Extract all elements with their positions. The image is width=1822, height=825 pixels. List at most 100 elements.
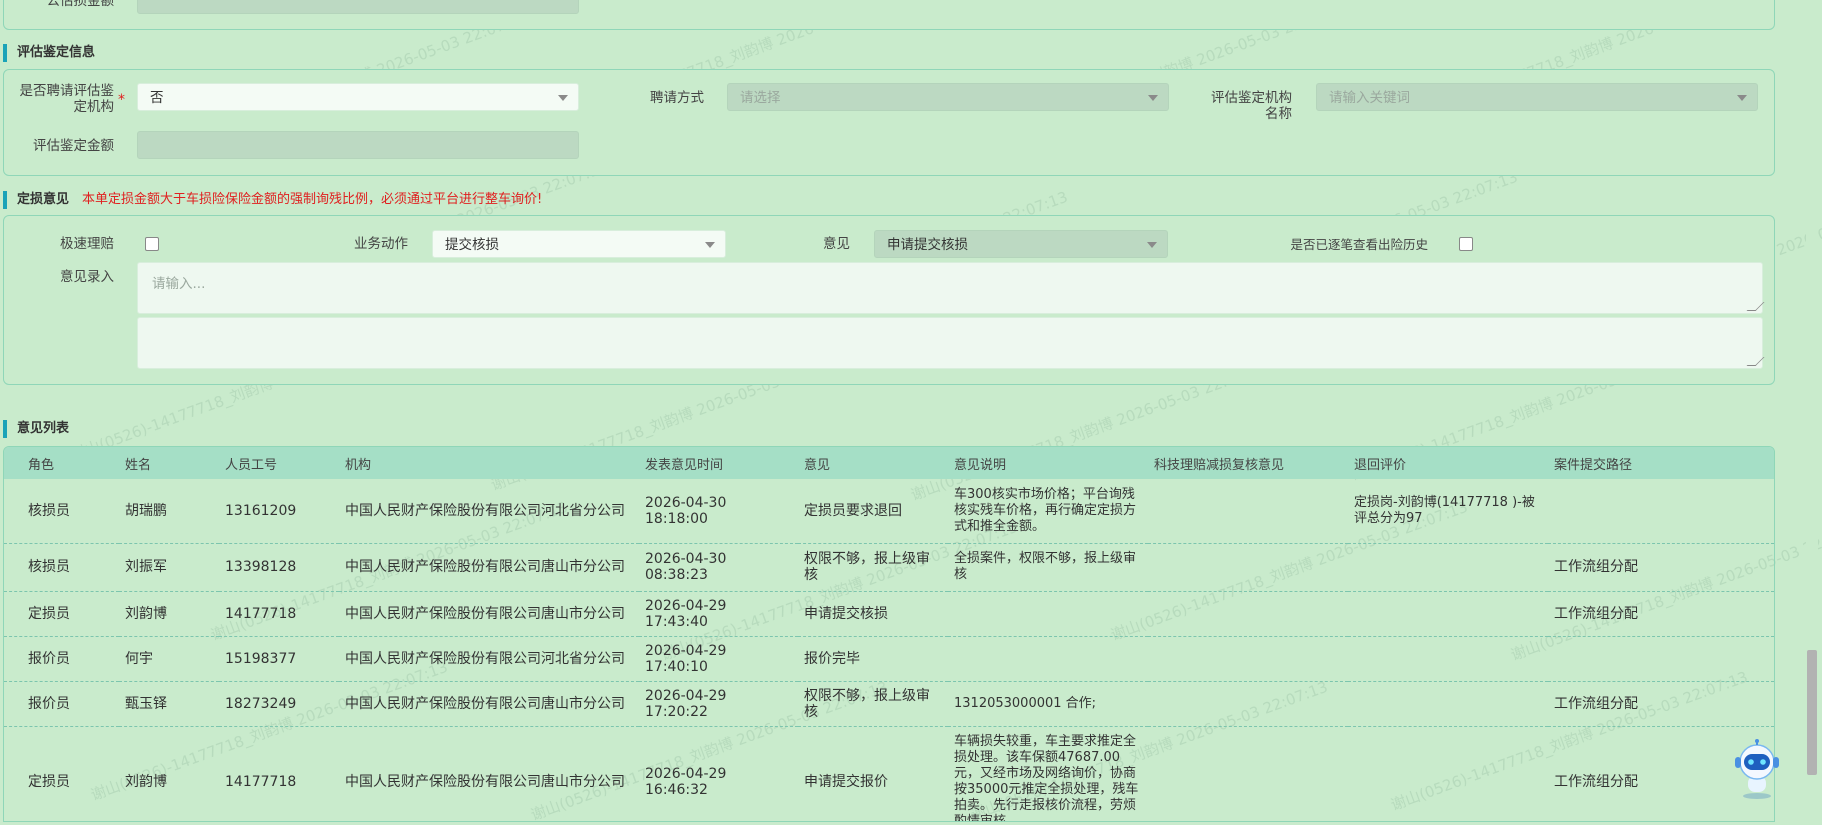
table-cell: 申请提交报价 — [798, 726, 948, 821]
opinion-input-label: 意见录入 — [60, 269, 114, 285]
partial-amount-label: 公估损金额 — [46, 0, 115, 9]
hire-institution-select[interactable]: 否 — [137, 83, 579, 111]
opinion-warning: 本单定损金额大于车损险保险金额的强制询残比例，必须通过平台进行整车询价! — [82, 192, 543, 207]
chevron-down-icon — [1148, 95, 1158, 101]
chevron-down-icon — [558, 95, 568, 101]
hire-institution-label: 是否聘请评估鉴定机构 — [19, 83, 115, 115]
column-header: 意见 — [798, 447, 948, 479]
column-header: 科技理赔减损复核意见 — [1148, 447, 1348, 479]
chevron-down-icon — [705, 242, 715, 248]
table-cell: 工作流组分配 — [1548, 543, 1774, 592]
opinion-select[interactable]: 申请提交核损 — [874, 230, 1168, 258]
hire-method-select[interactable]: 请选择 — [727, 83, 1169, 111]
assessment-amount-field — [137, 131, 579, 159]
column-header: 姓名 — [119, 447, 219, 479]
table-header-row: 角色 姓名 人员工号 机构 发表意见时间 意见 意见说明 科技理赔减损复核意见 退回评价 案件提交… — [4, 447, 1774, 479]
assessment-amount-label: 评估鉴定金额 — [33, 138, 114, 154]
table-cell: 全损案件，权限不够，报上级审核 — [948, 543, 1148, 592]
table-cell: 2026-04-29 17:40:10 — [639, 636, 798, 682]
table-cell: 中国人民财产保险股份有限公司唐山市分公司 — [339, 726, 639, 821]
table-cell — [1148, 479, 1348, 544]
partial-amount-field — [137, 0, 579, 14]
table-cell — [1348, 681, 1548, 727]
assessment-section-title: 评估鉴定信息 — [3, 44, 95, 62]
history-checked-label: 是否已逐笔查看出险历史 — [1290, 237, 1428, 252]
table-cell: 定损员 — [4, 591, 119, 637]
table-row[interactable]: 报价员 甄玉铎 18273249 中国人民财产保险股份有限公司唐山市分公司 2026-0… — [4, 681, 1774, 727]
column-header: 角色 — [4, 447, 119, 479]
resize-handle-icon[interactable] — [1746, 357, 1765, 366]
table-cell: 2026-04-29 17:20:22 — [639, 681, 798, 727]
table-cell: 刘振军 — [119, 543, 219, 592]
table-cell — [1348, 726, 1548, 821]
institution-name-select[interactable]: 请输入关键词 — [1316, 83, 1758, 111]
table-cell — [1548, 636, 1774, 682]
table-cell — [1348, 543, 1548, 592]
column-header: 人员工号 — [219, 447, 339, 479]
table-cell — [948, 636, 1148, 682]
table-cell: 中国人民财产保险股份有限公司河北省分公司 — [339, 636, 639, 682]
column-header: 退回评价 — [1348, 447, 1548, 479]
table-cell: 刘韵博 — [119, 591, 219, 637]
table-row[interactable]: 核损员 胡瑞鹏 13161209 中国人民财产保险股份有限公司河北省分公司 2026-0… — [4, 479, 1774, 544]
table-cell: 工作流组分配 — [1548, 591, 1774, 637]
chevron-down-icon — [1147, 242, 1157, 248]
table-cell: 车辆损失较重，车主要求推定全损处理。该车保额47687.00元，又经市场及网络询… — [948, 726, 1148, 821]
table-cell: 1312053000001 合作; — [948, 681, 1148, 727]
column-header: 发表意见时间 — [639, 447, 798, 479]
table-cell: 2026-04-30 18:18:00 — [639, 479, 798, 544]
table-cell — [948, 591, 1148, 637]
table-cell: 核损员 — [4, 543, 119, 592]
fast-claim-checkbox[interactable] — [145, 237, 159, 251]
opinion-secondary-textarea[interactable] — [137, 317, 1765, 369]
table-cell: 刘韵博 — [119, 726, 219, 821]
table-row[interactable]: 核损员 刘振军 13398128 中国人民财产保险股份有限公司唐山市分公司 2026-0… — [4, 543, 1774, 592]
table-cell: 何宇 — [119, 636, 219, 682]
table-cell: 胡瑞鹏 — [119, 479, 219, 544]
business-action-select[interactable]: 提交核损 — [432, 230, 726, 258]
hire-method-label: 聘请方式 — [650, 90, 704, 106]
opinion-label: 意见 — [823, 236, 850, 252]
table-cell: 权限不够，报上级审核 — [798, 543, 948, 592]
table-cell — [1348, 636, 1548, 682]
table-cell — [1148, 636, 1348, 682]
table-cell: 报价完毕 — [798, 636, 948, 682]
table-cell: 中国人民财产保险股份有限公司唐山市分公司 — [339, 681, 639, 727]
table-cell — [1348, 591, 1548, 637]
table-body: 核损员 胡瑞鹏 13161209 中国人民财产保险股份有限公司河北省分公司 2026-0… — [4, 479, 1774, 821]
column-header: 机构 — [339, 447, 639, 479]
opinion-list-table-wrap: 角色 姓名 人员工号 机构 发表意见时间 意见 意见说明 科技理赔减损复核意见 退回评价 案件提交… — [3, 446, 1775, 822]
table-cell — [1148, 591, 1348, 637]
required-star: * — [118, 92, 125, 108]
table-cell: 中国人民财产保险股份有限公司河北省分公司 — [339, 479, 639, 544]
table-cell: 核损员 — [4, 479, 119, 544]
robot-assistant-icon[interactable] — [1726, 738, 1788, 800]
table-cell: 车300核实市场价格；平台询残核实残车价格，再行确定定损方式和推全金额。 — [948, 479, 1148, 544]
table-cell: 2026-04-29 16:46:32 — [639, 726, 798, 821]
column-header: 意见说明 — [948, 447, 1148, 479]
table-cell: 14177718 — [219, 591, 339, 637]
page-scrollbar-thumb[interactable] — [1807, 650, 1817, 775]
business-action-label: 业务动作 — [354, 236, 408, 252]
opinion-list-table: 角色 姓名 人员工号 机构 发表意见时间 意见 意见说明 科技理赔减损复核意见 退回评价 案件提交… — [4, 447, 1774, 821]
table-cell: 2026-04-30 08:38:23 — [639, 543, 798, 592]
table-row[interactable]: 定损员 刘韵博 14177718 中国人民财产保险股份有限公司唐山市分公司 2026-0… — [4, 726, 1774, 821]
table-cell: 14177718 — [219, 726, 339, 821]
resize-handle-icon[interactable] — [1746, 302, 1765, 311]
institution-name-label: 评估鉴定机构名称 — [1211, 90, 1292, 122]
table-cell: 权限不够，报上级审核 — [798, 681, 948, 727]
table-row[interactable]: 报价员 何宇 15198377 中国人民财产保险股份有限公司河北省分公司 2026-04… — [4, 636, 1774, 682]
table-row[interactable]: 定损员 刘韵博 14177718 中国人民财产保险股份有限公司唐山市分公司 2026-0… — [4, 591, 1774, 637]
opinion-input-textarea[interactable]: 请输入... — [137, 262, 1765, 314]
table-cell — [1148, 726, 1348, 821]
table-cell: 15198377 — [219, 636, 339, 682]
opinion-list-title: 意见列表 — [3, 420, 69, 438]
table-cell: 13398128 — [219, 543, 339, 592]
table-cell: 中国人民财产保险股份有限公司唐山市分公司 — [339, 543, 639, 592]
opinion-section-title: 定损意见 — [3, 191, 69, 209]
table-cell — [1548, 479, 1774, 544]
history-checked-checkbox[interactable] — [1459, 237, 1473, 251]
table-cell: 定损员 — [4, 726, 119, 821]
table-cell: 18273249 — [219, 681, 339, 727]
table-cell: 报价员 — [4, 636, 119, 682]
